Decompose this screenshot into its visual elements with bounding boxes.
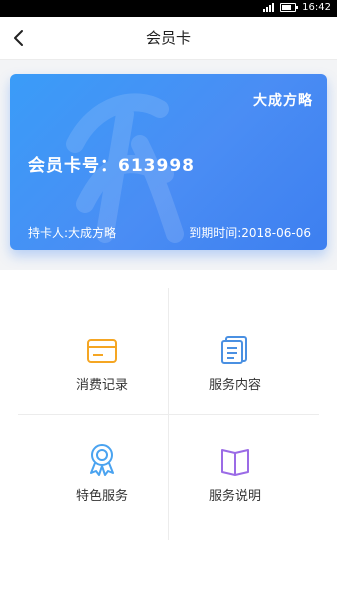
card-number-value: 613998: [118, 156, 195, 176]
nav-bar: 会员卡: [0, 17, 337, 60]
card-icon: [87, 339, 117, 363]
menu-item-featured-services[interactable]: 特色服务: [27, 442, 177, 552]
card-area: 大成方略 会员卡号：613998 持卡人:大成方略 到期时间:2018-06-0…: [0, 60, 337, 270]
battery-icon: [280, 3, 299, 12]
document-icon: [221, 336, 247, 364]
status-icons: 16:42: [263, 2, 331, 13]
menu-item-consumption-records[interactable]: 消费记录: [27, 331, 177, 441]
status-bar: 16:42: [0, 0, 337, 17]
status-time: 16:42: [302, 2, 331, 13]
menu-label: 服务说明: [208, 489, 261, 504]
card-number-label: 会员卡号：: [28, 156, 118, 176]
menu-item-service-content[interactable]: 服务内容: [160, 331, 310, 441]
card-holder: 持卡人:大成方略: [28, 226, 117, 240]
menu-label: 消费记录: [75, 378, 128, 393]
member-card[interactable]: 大成方略 会员卡号：613998 持卡人:大成方略 到期时间:2018-06-0…: [10, 74, 327, 250]
page-title: 会员卡: [145, 29, 191, 47]
card-brand: 大成方略: [253, 93, 313, 109]
card-expiry: 到期时间:2018-06-06: [189, 226, 311, 240]
badge-icon: [90, 444, 114, 476]
menu-item-service-description[interactable]: 服务说明: [160, 442, 310, 552]
menu-grid: 消费记录 服务内容 特色服务 服务说明: [0, 270, 337, 545]
book-icon: [221, 449, 249, 476]
menu-label: 服务内容: [208, 378, 261, 393]
card-number: 会员卡号：613998: [28, 151, 195, 176]
menu-label: 特色服务: [75, 489, 128, 504]
signal-icon: [263, 3, 275, 12]
